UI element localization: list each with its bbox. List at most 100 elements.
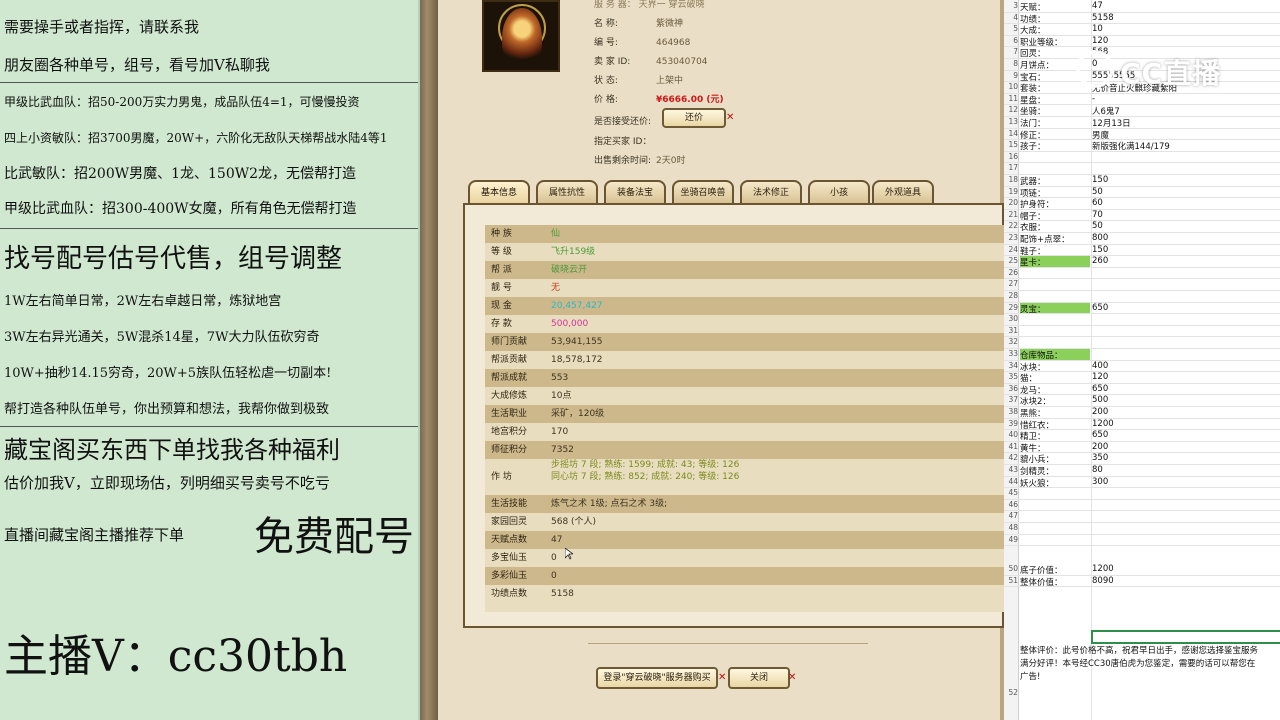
close-button[interactable]: 关闭 [728,667,790,689]
sheet-cell-value[interactable]: 70 [1092,210,1280,220]
row-value: 20,457,427 [551,301,603,311]
row-value: 5158 [551,589,574,599]
close-x-icon: ✕ [726,112,735,123]
row-key: 家园回灵 [491,517,528,527]
sheet-cell-value[interactable]: 350 [1092,453,1280,463]
sheet-cell-value[interactable]: 50 [1092,221,1280,231]
tab-spell-correction[interactable]: 法术修正 [740,180,802,204]
sheet-cell-value[interactable]: 650 [1092,303,1280,313]
sheet-cell-value[interactable]: 150 [1092,245,1280,255]
sheet-cell-value[interactable]: 50 [1092,187,1280,197]
info-seller-id: 卖 家 ID: 453040704 [594,54,708,68]
tab-children[interactable]: 小孩 [808,180,870,204]
sheet-cell-value[interactable]: 5158 [1092,13,1280,23]
overlay-line: 帮打造各种队伍单号，你出预算和想法，我帮你做到极致 [4,402,330,417]
sheet-cell-value[interactable]: 10 [1092,24,1280,34]
comment-line: 满分好评！本号经CC30唐伯虎为您鉴定，需要的话可以帮您在 [1020,659,1256,669]
sheet-cell-value[interactable]: 60 [1092,198,1280,208]
tab-mounts-pets[interactable]: 坐骑召唤兽 [672,180,734,204]
row-number: 12 [1008,105,1018,115]
sheet-cell-value[interactable]: 260 [1092,256,1280,266]
overlay-line: 需要操手或者指挥，请联系我 [4,18,200,36]
row-number: 21 [1008,209,1018,219]
row-key: 大成修炼 [491,391,528,401]
comment-line: 整体评价：此号价格不高，祝君早日出手，感谢您选择鉴宝服务 [1020,646,1259,656]
counter-offer-button[interactable]: 还价 [662,108,726,128]
row-number: 32 [1008,337,1018,347]
row-number: 23 [1008,233,1018,242]
overlay-line: 四上小资敏队：招3700男魔，20W+，六阶化无敌队天梯帮战水陆4等1 [4,131,388,145]
tab-attributes[interactable]: 属性抗性 [536,180,598,204]
sheet-cell-value[interactable]: 200 [1092,442,1280,452]
row-number: 28 [1008,291,1018,300]
row-value: 170 [551,427,569,437]
sheet-cell-value[interactable]: 200 [1092,407,1280,417]
price-value: ¥6666.00 (元) [656,95,724,105]
row-number: 37 [1008,395,1018,405]
sheet-cell-value[interactable]: 650 [1092,384,1280,394]
sheet-cell-value[interactable]: 1200 [1092,564,1280,574]
info-name: 名 称: 紫微神 [594,16,683,30]
spreadsheet: 3 天赋： 47 4 功绩： 5158 5 大成： 10 6 职业等级： 120 7 回灵： 568 8 月饼点… [1004,0,1280,720]
table-row: 帮 派 破晓云开 [485,261,1004,279]
row-value: 无 [551,283,561,293]
detail-panel: 种 族 仙 等 级 飞升159级 帮 派 破晓云开 靓 号 无 现 金 20,457,42… [463,203,1004,628]
info-time-left: 出售剩余时间: 2天0时 [594,153,685,167]
row-number: 16 [1008,151,1018,161]
selected-cell[interactable] [1091,630,1280,644]
buy-on-server-button[interactable]: 登录"穿云破晓"服务器购买 [596,667,718,689]
row-value: 553 [551,373,569,383]
row-number: 38 [1008,407,1018,416]
sheet-cell-value[interactable]: 300 [1092,477,1280,487]
tab-basic-info[interactable]: 基本信息 [468,180,530,204]
row-value: 53,941,155 [551,337,603,347]
row-key: 天赋点数 [491,535,528,545]
tab-equipment[interactable]: 装备法宝 [604,180,666,204]
row-number: 51 [1008,575,1018,585]
overlay-line: 直播间藏宝阁主播推荐下单 [4,526,185,544]
row-number: 31 [1008,325,1018,335]
mouse-cursor-icon [565,548,573,560]
row-number: 4 [1013,12,1018,22]
info-label: 是否接受还价: [594,117,652,127]
sheet-cell-value[interactable]: 80 [1092,465,1280,475]
row-number: 50 [1008,564,1018,574]
row-key: 生活技能 [491,499,528,509]
row-value: 0 [551,553,557,563]
info-accept-offer: 是否接受还价: [594,114,656,128]
overlay-line: 10W+抽秒14.15穷奇，20W+5族队伍轻松虐一切副本! [4,366,332,381]
row-number: 36 [1008,383,1018,393]
overlay-line: 朋友圈各种单号，组号，看号加V私聊我 [4,56,270,74]
sheet-cell-value[interactable]: 120 [1092,372,1280,382]
tab-appearance[interactable]: 外观道具 [872,180,934,204]
sheet-cell-value[interactable]: 400 [1092,361,1280,371]
sheet-cell-value[interactable]: 500 [1092,395,1280,405]
row-value: 破晓云开 [551,265,588,275]
row-number: 47 [1008,511,1018,521]
row-value: 0 [551,571,557,581]
sheet-cell-value[interactable]: 650 [1092,430,1280,440]
row-number: 39 [1008,418,1018,428]
table-row: 种 族仙 [485,225,1004,243]
row-number: 24 [1008,244,1018,254]
sheet-cell-value[interactable]: 150 [1092,175,1280,185]
table-row: 功绩点数 5158 [485,585,1004,603]
game-trade-window: 服 务 器： 天界一 穿云破晓 名 称: 紫微神 编 号: 464968 卖 家 I… [438,0,1004,720]
row-number: 9 [1013,70,1018,80]
row-number: 25 [1008,256,1018,266]
sheet-cell-value[interactable]: 8090 [1092,576,1280,586]
row-number: 42 [1008,453,1018,463]
table-row: 靓 号无 [485,279,1004,297]
sheet-cell-value[interactable]: 800 [1092,233,1280,243]
row-key: 生活职业 [491,409,528,419]
table-row: 存 款 500,000 [485,315,1004,333]
row-key: 作 坊 [491,472,512,482]
row-value: 同心坊 7 段; 熟练: 852; 成就: 240; 等级: 126 [551,472,740,482]
sheet-cell-value[interactable]: 1200 [1092,419,1280,429]
table-row: 等 级 飞升159级 [485,243,1004,261]
table-row: 地宫积分 170 [485,423,1004,441]
row-number: 45 [1008,488,1018,498]
row-number: 8 [1013,59,1018,68]
info-value: 上架中 [656,76,684,86]
sheet-cell-value[interactable]: 47 [1092,1,1280,11]
